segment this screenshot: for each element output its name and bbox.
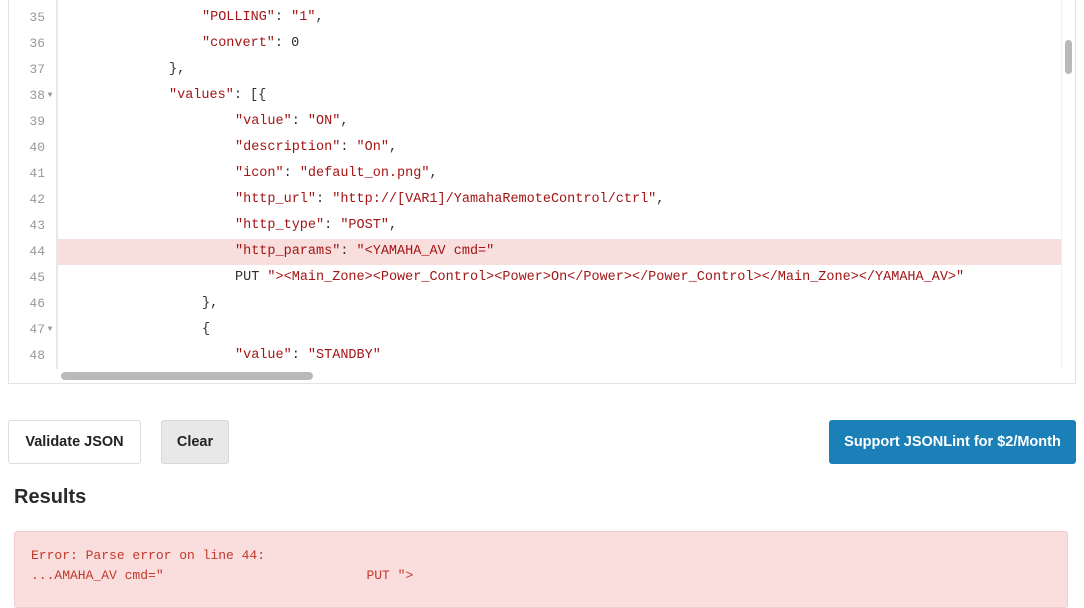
code-line-text: }, [202,291,218,317]
line-number: 47▼ [9,317,57,343]
support-jsonlint-button[interactable]: Support JSONLint for $2/Month [829,420,1076,464]
code-line-text: "values": [{ [169,83,266,109]
editor-horizontal-scrollbar-thumb[interactable] [61,372,313,380]
line-number: 35 [9,5,57,31]
line-number: 44 [9,239,57,265]
line-number: 45 [9,265,57,291]
editor-vertical-scrollbar-thumb[interactable] [1065,40,1072,74]
code-line[interactable]: 42 "http_url": "http://[VAR1]/YamahaRemot… [9,187,1075,213]
code-line-text: "convert": 0 [202,31,299,57]
line-number: 48 [9,343,57,369]
code-line[interactable]: 41 "icon": "default_on.png", [9,161,1075,187]
code-line[interactable]: 44 "http_params": "<YAMAHA_AV cmd=" [9,239,1075,265]
line-number: 46 [9,291,57,317]
code-line[interactable]: 38▼ "values": [{ [9,83,1075,109]
line-number: 42 [9,187,57,213]
code-line-text: "http_params": "<YAMAHA_AV cmd=" [235,239,494,265]
code-line-text: { [202,317,210,343]
fold-arrow-icon[interactable]: ▼ [45,317,55,343]
line-number: 37 [9,57,57,83]
code-line[interactable]: 37}, [9,57,1075,83]
code-line-text: "icon": "default_on.png", [235,161,438,187]
parse-error-message: Error: Parse error on line 44: ...AMAHA_… [14,531,1068,608]
code-line[interactable]: 43 "http_type": "POST", [9,213,1075,239]
code-line[interactable]: 40 "description": "On", [9,135,1075,161]
code-line-text: "POLLING": "1", [202,5,324,31]
line-number: 39 [9,109,57,135]
code-line-text: "http_type": "POST", [235,213,397,239]
code-line[interactable]: 39 "value": "ON", [9,109,1075,135]
line-number: 40 [9,135,57,161]
code-line[interactable]: 47▼ { [9,317,1075,343]
results-heading: Results [14,486,86,509]
code-line-text: }, [169,57,185,83]
code-line[interactable]: 48 "value": "STANDBY" [9,343,1075,369]
code-line-text: "value": "STANDBY" [235,343,381,369]
validate-json-button[interactable]: Validate JSON [8,420,141,464]
line-number: 36 [9,31,57,57]
line-number: 43 [9,213,57,239]
line-number: 38▼ [9,83,57,109]
code-line[interactable]: 36 "convert": 0 [9,31,1075,57]
code-line[interactable]: 46}, [9,291,1075,317]
action-button-bar: Validate JSON Clear Support JSONLint for… [8,420,1076,464]
code-line-text: PUT "><Main_Zone><Power_Control><Power>O… [235,265,964,291]
editor-vertical-scrollbar[interactable] [1061,0,1075,383]
code-line[interactable]: 35 "POLLING": "1", [9,5,1075,31]
json-editor-panel[interactable]: 34"RAW_XPATH": "/item/Power",35"POLLING"… [8,0,1076,384]
editor-horizontal-scrollbar[interactable] [57,369,1062,383]
code-line-text: "description": "On", [235,135,397,161]
code-line-text: "http_url": "http://[VAR1]/YamahaRemoteC… [235,187,664,213]
code-line[interactable]: 45 PUT "><Main_Zone><Power_Control><Power… [9,265,1075,291]
code-line-text: "value": "ON", [235,109,348,135]
clear-button[interactable]: Clear [161,420,229,464]
editor-scroll-viewport[interactable]: 34"RAW_XPATH": "/item/Power",35"POLLING"… [9,0,1075,383]
line-number: 41 [9,161,57,187]
fold-arrow-icon[interactable]: ▼ [45,83,55,109]
